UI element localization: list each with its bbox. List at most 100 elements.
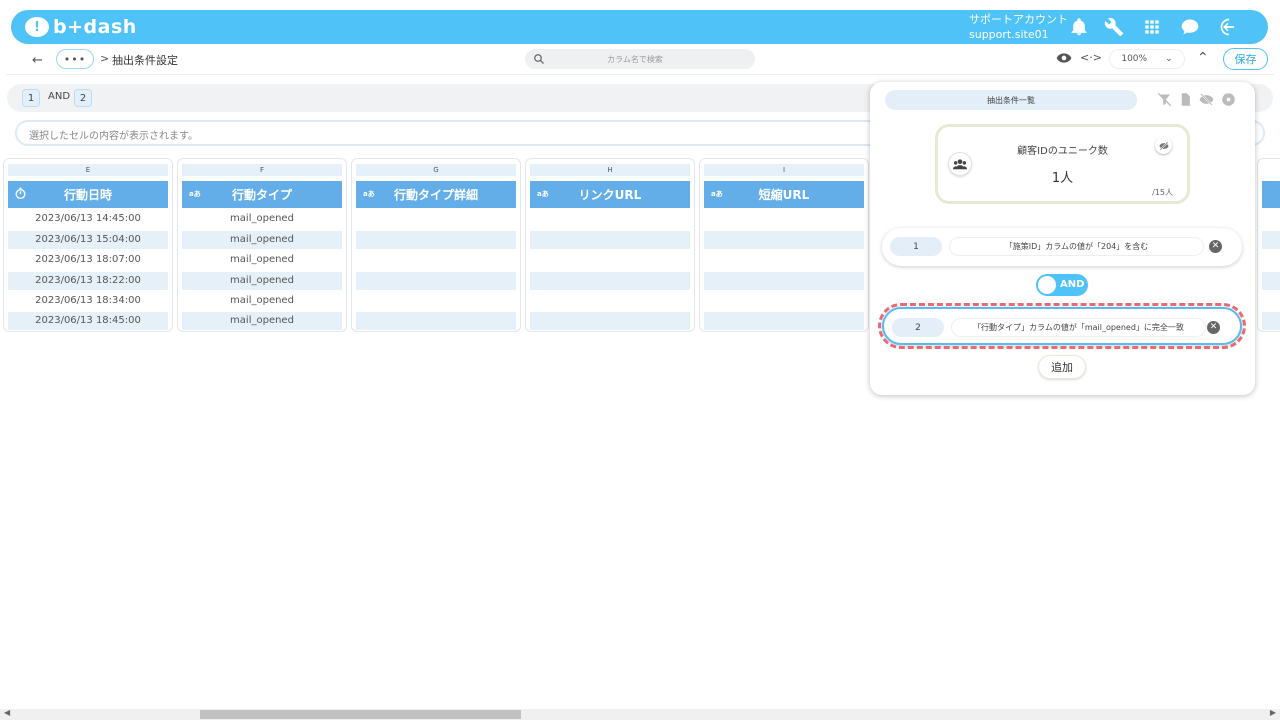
column-header[interactable]: aあ 行動タイプ xyxy=(182,181,342,208)
filter-off-icon[interactable] xyxy=(1157,92,1172,107)
column-i: I aあ 短縮URL xyxy=(699,158,869,332)
page-title: 抽出条件設定 xyxy=(112,54,178,67)
column-title: 行動タイプ xyxy=(231,188,292,202)
table-cell[interactable]: mail_opened xyxy=(182,312,342,330)
table-cell[interactable] xyxy=(356,231,516,249)
remove-condition-icon[interactable]: ✕ xyxy=(1207,321,1220,334)
column-letter[interactable]: F xyxy=(182,164,342,176)
table-cell[interactable] xyxy=(530,231,690,249)
hide-icon[interactable] xyxy=(1155,137,1172,154)
table-cell[interactable]: mail_opened xyxy=(182,251,342,269)
table-cell[interactable] xyxy=(530,210,690,228)
table-cell[interactable] xyxy=(530,292,690,310)
table-cell[interactable] xyxy=(704,210,864,228)
table-cell[interactable] xyxy=(704,312,864,330)
table-cell[interactable]: mail_opened xyxy=(182,292,342,310)
unique-count-title: 顧客IDのユニーク数 xyxy=(1017,146,1108,157)
table-cell[interactable] xyxy=(530,251,690,269)
total-count: /15人 xyxy=(1152,188,1173,197)
logo[interactable]: ! b+dash xyxy=(25,16,137,38)
filter-chip-2[interactable]: 2 xyxy=(74,89,92,107)
column-h: H aあ リンクURL xyxy=(525,158,695,332)
unique-count-card: 顧客IDのユニーク数 1人 /15人 xyxy=(935,124,1190,204)
column-letter[interactable]: I xyxy=(704,164,864,176)
column-title: 行動タイプ詳細 xyxy=(393,188,478,202)
table-cell[interactable]: 2023/06/13 18:07:00 xyxy=(8,251,168,269)
column-letter[interactable]: E xyxy=(8,164,168,176)
remove-condition-icon[interactable]: ✕ xyxy=(1209,240,1222,253)
table-cell[interactable] xyxy=(356,210,516,228)
column-g: G aあ 行動タイプ詳細 xyxy=(351,158,521,332)
table-cell[interactable] xyxy=(356,312,516,330)
table-cell[interactable]: mail_opened xyxy=(182,272,342,290)
wrench-icon[interactable] xyxy=(1104,17,1124,37)
scroll-right-icon[interactable]: ▶ xyxy=(1270,708,1276,717)
logo-text: b+dash xyxy=(53,16,137,38)
condition-number: 1 xyxy=(890,237,942,256)
table-cell[interactable] xyxy=(704,231,864,249)
table-cell[interactable] xyxy=(356,292,516,310)
code-view-icon[interactable]: <·> xyxy=(1080,51,1102,64)
toolbar: ← ••• > 抽出条件設定 カラム名で検索 <·> 100% ⌄ ⌃ 保存 xyxy=(6,45,1274,75)
table-cell[interactable] xyxy=(530,272,690,290)
table-cell[interactable] xyxy=(356,251,516,269)
bell-icon[interactable] xyxy=(1069,17,1089,37)
table-cell[interactable]: 2023/06/13 18:22:00 xyxy=(8,272,168,290)
table-cell[interactable]: 2023/06/13 18:34:00 xyxy=(8,292,168,310)
save-button[interactable]: 保存 xyxy=(1223,48,1268,70)
account-info[interactable]: サポートアカウント support.site01 xyxy=(969,12,1068,42)
app-header: ! b+dash サポートアカウント support.site01 xyxy=(11,10,1268,44)
column-header[interactable]: aあ リンクURL xyxy=(530,181,690,208)
add-condition-button[interactable]: 追加 xyxy=(1038,355,1086,379)
condition-text[interactable]: 「施策ID」カラムの値が「204」を含む xyxy=(949,237,1204,256)
table-cell[interactable] xyxy=(356,272,516,290)
table-cell[interactable] xyxy=(704,292,864,310)
visibility-off-icon[interactable] xyxy=(1199,92,1214,107)
account-site: support.site01 xyxy=(969,28,1049,41)
table-cell[interactable]: mail_opened xyxy=(182,231,342,249)
table-cell[interactable] xyxy=(704,272,864,290)
condition-row-1[interactable]: 1 「施策ID」カラムの値が「204」を含む ✕ xyxy=(882,228,1242,266)
column-letter[interactable]: H xyxy=(530,164,690,176)
column-letter[interactable]: G xyxy=(356,164,516,176)
condition-row-2[interactable]: 2 「行動タイプ」カラムの値が「mail_opened」に完全一致 ✕ xyxy=(878,303,1246,349)
column-e: E 行動日時 2023/06/13 14:45:00 2023/06/13 15… xyxy=(3,158,173,332)
table-cell[interactable] xyxy=(530,312,690,330)
eye-icon[interactable] xyxy=(1056,52,1072,64)
chevron-down-icon: ⌄ xyxy=(1165,54,1173,64)
table-cell[interactable] xyxy=(704,251,864,269)
table-cell[interactable]: mail_opened xyxy=(182,210,342,228)
scrollbar-thumb[interactable] xyxy=(200,710,521,719)
back-arrow-icon[interactable]: ← xyxy=(32,53,43,68)
table-cell[interactable] xyxy=(1262,272,1280,290)
column-search-input[interactable]: カラム名で検索 xyxy=(525,49,755,69)
column-header[interactable]: 行動日時 xyxy=(8,181,168,208)
table-cell[interactable]: 2023/06/13 18:45:00 xyxy=(8,312,168,330)
and-or-toggle[interactable]: AND xyxy=(1036,274,1088,296)
document-icon[interactable] xyxy=(1178,92,1193,107)
text-type-icon: aあ xyxy=(711,190,723,198)
table-cell[interactable]: 2023/06/13 15:04:00 xyxy=(8,231,168,249)
zoom-select[interactable]: 100% ⌄ xyxy=(1109,49,1185,69)
support-chat-icon[interactable] xyxy=(1180,17,1200,37)
column-header[interactable] xyxy=(1262,181,1280,208)
grid-apps-icon[interactable] xyxy=(1142,17,1162,37)
condition-text[interactable]: 「行動タイプ」カラムの値が「mail_opened」に完全一致 xyxy=(951,318,1206,337)
logout-icon[interactable] xyxy=(1219,17,1239,37)
account-name: サポートアカウント xyxy=(969,13,1068,26)
column-f: F aあ 行動タイプ mail_opened mail_opened mail_… xyxy=(177,158,347,332)
column-header[interactable]: aあ 行動タイプ詳細 xyxy=(356,181,516,208)
tab-condition-list[interactable]: 抽出条件一覧 xyxy=(885,90,1137,110)
table-cell[interactable] xyxy=(1262,231,1280,249)
column-next-partial xyxy=(1257,158,1280,332)
chevron-up-icon[interactable]: ⌃ xyxy=(1197,50,1209,66)
horizontal-scrollbar[interactable]: ◀ ▶ xyxy=(0,708,1280,720)
table-cell[interactable] xyxy=(1262,312,1280,330)
filter-chip-1[interactable]: 1 xyxy=(22,89,40,107)
column-header[interactable]: aあ 短縮URL xyxy=(704,181,864,208)
table-cell[interactable]: 2023/06/13 14:45:00 xyxy=(8,210,168,228)
scroll-left-icon[interactable]: ◀ xyxy=(4,708,10,717)
settings-circle-icon[interactable] xyxy=(1221,92,1236,107)
more-menu-button[interactable]: ••• xyxy=(56,49,94,69)
breadcrumb-separator: > xyxy=(100,52,110,65)
